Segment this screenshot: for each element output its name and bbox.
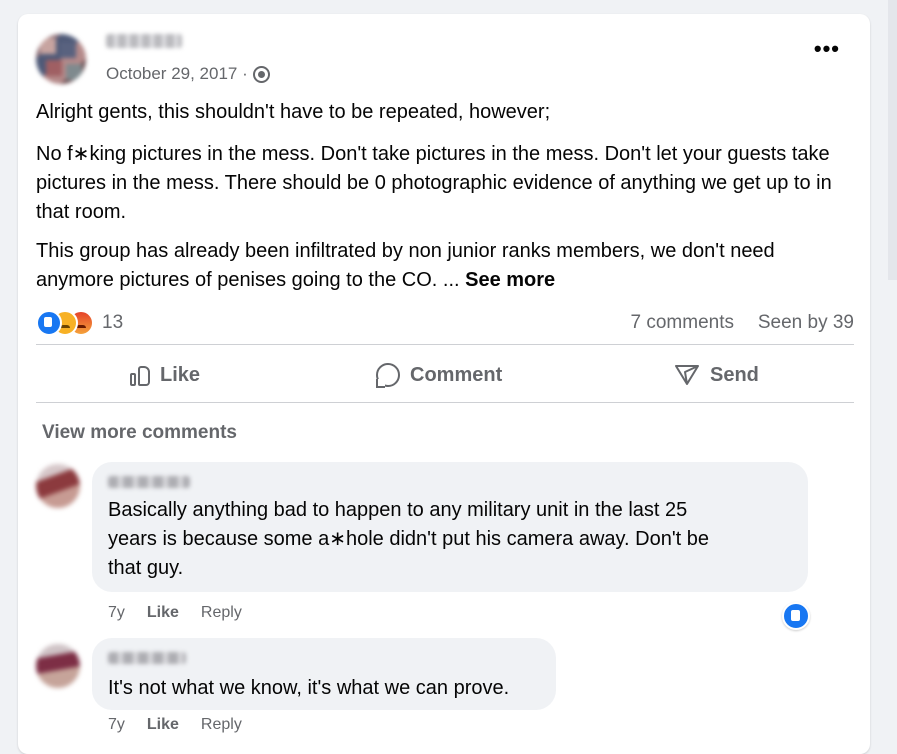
post-text-continued-text: This group has already been infiltrated … <box>36 240 775 291</box>
post-text-continued: This group has already been infiltrated … <box>36 237 856 295</box>
post-text-intro: Alright gents, this shouldn't have to be… <box>36 101 551 123</box>
comment-like-button[interactable]: Like <box>147 716 179 734</box>
comment-text-line: that guy. <box>108 557 184 579</box>
comment-text-line: Basically anything bad to happen to any … <box>108 499 688 521</box>
author-name-redacted[interactable] <box>106 34 182 48</box>
commenter-name-redacted[interactable] <box>108 476 190 488</box>
like-reaction-icon[interactable] <box>36 310 62 336</box>
send-button[interactable]: Send <box>674 360 759 390</box>
divider <box>36 402 854 403</box>
reaction-count[interactable]: 13 <box>102 312 123 334</box>
comment-button-label: Comment <box>410 363 503 386</box>
see-more-link[interactable]: See more <box>465 269 555 291</box>
post-date[interactable]: October 29, 2017 · <box>106 64 270 84</box>
commenter-name-redacted[interactable] <box>108 652 186 664</box>
comment-bubble: It's not what we know, it's what we can … <box>92 638 556 710</box>
like-button[interactable]: Like <box>130 360 200 390</box>
post-card: October 29, 2017 · ••• Alright gents, th… <box>18 14 870 754</box>
scrollbar[interactable] <box>888 0 897 280</box>
send-button-label: Send <box>710 363 759 386</box>
reaction-summary: 13 7 comments Seen by 39 <box>36 308 854 338</box>
comment-bubble-icon <box>376 363 400 388</box>
comment-reply-button[interactable]: Reply <box>201 716 242 734</box>
more-options-button[interactable]: ••• <box>814 38 840 60</box>
comment-meta: 7y Like Reply <box>108 604 242 622</box>
comment-time[interactable]: 7y <box>108 716 125 734</box>
comment-time[interactable]: 7y <box>108 604 125 622</box>
comment-like-button[interactable]: Like <box>147 604 179 622</box>
comment-meta: 7y Like Reply <box>108 716 242 734</box>
comment-text-line: years is because some a∗hole didn't put … <box>108 528 710 550</box>
seen-by-count[interactable]: Seen by 39 <box>758 312 854 334</box>
thumbs-up-icon <box>130 364 150 386</box>
globe-icon <box>252 65 270 83</box>
post-date-text[interactable]: October 29, 2017 · <box>106 64 248 84</box>
send-icon <box>675 365 699 385</box>
divider <box>36 344 854 345</box>
commenter-avatar[interactable] <box>36 464 80 508</box>
comment-bubble: Basically anything bad to happen to any … <box>92 462 808 592</box>
like-button-label: Like <box>160 363 201 386</box>
comment-like-reaction-icon[interactable] <box>782 602 810 630</box>
commenter-avatar[interactable] <box>36 644 80 688</box>
comment-button[interactable]: Comment <box>376 360 502 390</box>
post-text-body: No f∗king pictures in the mess. Don't ta… <box>36 143 832 223</box>
comments-count-link[interactable]: 7 comments <box>631 312 734 334</box>
view-more-comments-link[interactable]: View more comments <box>42 422 237 444</box>
author-avatar[interactable] <box>36 34 86 84</box>
comment-reply-button[interactable]: Reply <box>201 604 242 622</box>
comment-text-line: It's not what we know, it's what we can … <box>108 677 510 699</box>
